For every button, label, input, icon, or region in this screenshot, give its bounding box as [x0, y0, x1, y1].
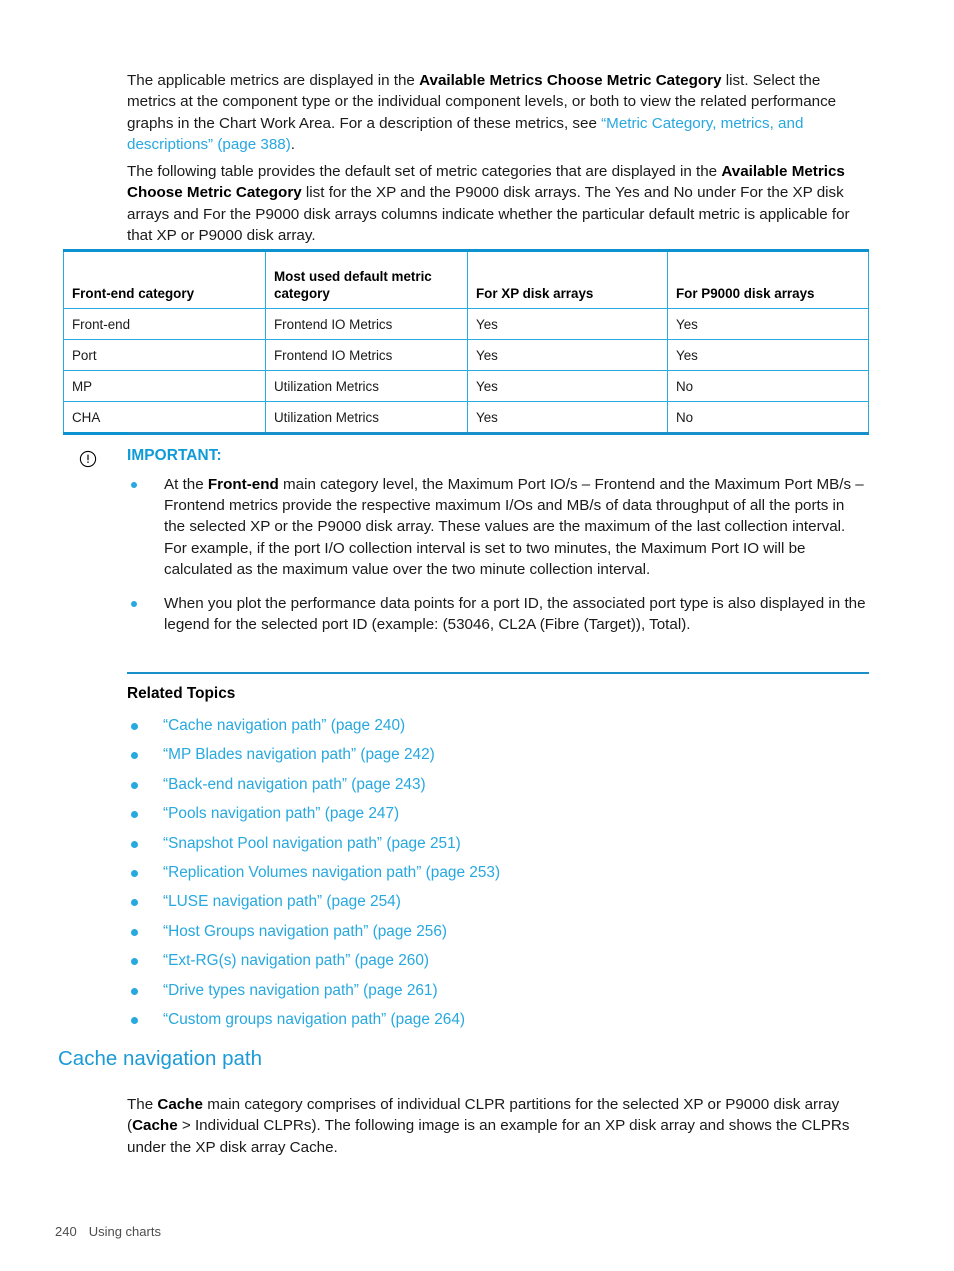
cell-category: Front-end — [63, 308, 266, 340]
cell-metric: Utilization Metrics — [265, 401, 468, 435]
cell-p9000: Yes — [667, 308, 869, 340]
document-page: The applicable metrics are displayed in … — [0, 0, 954, 1271]
cell-metric: Frontend IO Metrics — [265, 308, 468, 340]
horizontal-rule — [127, 432, 869, 434]
important-bullet-item: When you plot the performance data point… — [127, 593, 869, 635]
link-back-end-navigation-path[interactable]: “Back-end navigation path” (page 243) — [163, 776, 426, 793]
important-label: IMPORTANT: — [127, 447, 222, 464]
cell-p9000: No — [667, 370, 869, 402]
link-pools-navigation-path[interactable]: “Pools navigation path” (page 247) — [163, 805, 399, 822]
cell-p9000: No — [667, 401, 869, 435]
table-row: MP Utilization Metrics Yes No — [63, 370, 869, 402]
para3-bold-cache-2: Cache — [132, 1117, 178, 1135]
cell-xp: Yes — [467, 370, 668, 402]
link-custom-groups-navigation-path[interactable]: “Custom groups navigation path” (page 26… — [163, 1011, 465, 1028]
important-circle-exclamation-icon — [79, 450, 97, 468]
link-snapshot-pool-navigation-path[interactable]: “Snapshot Pool navigation path” (page 25… — [163, 835, 461, 852]
link-cache-navigation-path[interactable]: “Cache navigation path” (page 240) — [163, 717, 405, 734]
bullet2-text-1: When you plot the performance data point… — [164, 595, 866, 634]
para1-text-1: The applicable metrics are displayed in … — [127, 72, 420, 90]
important-note-bottom-rule — [127, 672, 869, 674]
table-row: Front-end Frontend IO Metrics Yes Yes — [63, 308, 869, 340]
table-header-row: Front-end category Most used default met… — [63, 249, 869, 309]
list-item: “Custom groups navigation path” (page 26… — [127, 1010, 869, 1039]
cell-xp: Yes — [467, 308, 668, 340]
cell-xp: Yes — [467, 339, 668, 371]
column-header-front-end-category: Front-end category — [63, 249, 266, 309]
link-replication-volumes-navigation-path[interactable]: “Replication Volumes navigation path” (p… — [163, 864, 500, 881]
cell-metric: Utilization Metrics — [265, 370, 468, 402]
bullet1-bold-front-end: Front-end — [207, 476, 279, 493]
metric-categories-table: Front-end category Most used default met… — [63, 249, 869, 435]
footer-page-number: 240 — [55, 1224, 77, 1239]
link-host-groups-navigation-path[interactable]: “Host Groups navigation path” (page 256) — [163, 923, 447, 940]
cell-category: CHA — [63, 401, 266, 435]
list-item: “Snapshot Pool navigation path” (page 25… — [127, 834, 869, 863]
section-heading-cache-navigation-path: Cache navigation path — [58, 1047, 263, 1070]
cell-metric: Frontend IO Metrics — [265, 339, 468, 371]
page-footer: 240 Using charts — [55, 1224, 161, 1239]
table-intro-paragraph: The following table provides the default… — [127, 161, 869, 246]
bullet1-text-1: At the — [164, 476, 208, 493]
related-topics-list: “Cache navigation path” (page 240) “MP B… — [127, 716, 869, 1039]
link-luse-navigation-path[interactable]: “LUSE navigation path” (page 254) — [163, 893, 401, 910]
link-mp-blades-navigation-path[interactable]: “MP Blades navigation path” (page 242) — [163, 746, 435, 763]
column-header-for-xp-disk-arrays: For XP disk arrays — [467, 249, 668, 309]
table-row: CHA Utilization Metrics Yes No — [63, 401, 869, 435]
link-drive-types-navigation-path[interactable]: “Drive types navigation path” (page 261) — [163, 982, 438, 999]
link-ext-rg-navigation-path[interactable]: “Ext-RG(s) navigation path” (page 260) — [163, 952, 429, 969]
list-item: “LUSE navigation path” (page 254) — [127, 892, 869, 921]
column-header-most-used-default-metric-category: Most used default metric category — [265, 249, 468, 309]
list-item: “Cache navigation path” (page 240) — [127, 716, 869, 745]
cache-description-paragraph: The Cache main category comprises of ind… — [127, 1094, 869, 1158]
important-note-top-rule — [127, 432, 869, 434]
para3-text-1: The — [127, 1096, 158, 1114]
footer-chapter-title: Using charts — [88, 1224, 161, 1239]
cell-category: Port — [63, 339, 266, 371]
list-item: “Pools navigation path” (page 247) — [127, 804, 869, 833]
para1-bold-metric-category: Available Metrics Choose Metric Category — [419, 72, 722, 90]
important-bullet-list: At the Front-end main category level, th… — [127, 474, 869, 648]
list-item: “Back-end navigation path” (page 243) — [127, 775, 869, 804]
cell-category: MP — [63, 370, 266, 402]
list-item: “Replication Volumes navigation path” (p… — [127, 863, 869, 892]
related-topics-heading: Related Topics — [127, 685, 236, 702]
column-header-for-p9000-disk-arrays: For P9000 disk arrays — [667, 249, 869, 309]
intro-paragraph: The applicable metrics are displayed in … — [127, 70, 869, 155]
para1-text-3: . — [290, 135, 296, 153]
list-item: “Host Groups navigation path” (page 256) — [127, 922, 869, 951]
para3-bold-cache-1: Cache — [157, 1096, 203, 1114]
para3-text-3: > Individual CLPRs). The following image… — [127, 1117, 850, 1156]
important-bullet-item: At the Front-end main category level, th… — [127, 474, 869, 580]
cell-p9000: Yes — [667, 339, 869, 371]
para2-text-1: The following table provides the default… — [127, 163, 722, 181]
list-item: “Drive types navigation path” (page 261) — [127, 981, 869, 1010]
table-row: Port Frontend IO Metrics Yes Yes — [63, 339, 869, 371]
list-item: “Ext-RG(s) navigation path” (page 260) — [127, 951, 869, 980]
cell-xp: Yes — [467, 401, 668, 435]
list-item: “MP Blades navigation path” (page 242) — [127, 745, 869, 774]
